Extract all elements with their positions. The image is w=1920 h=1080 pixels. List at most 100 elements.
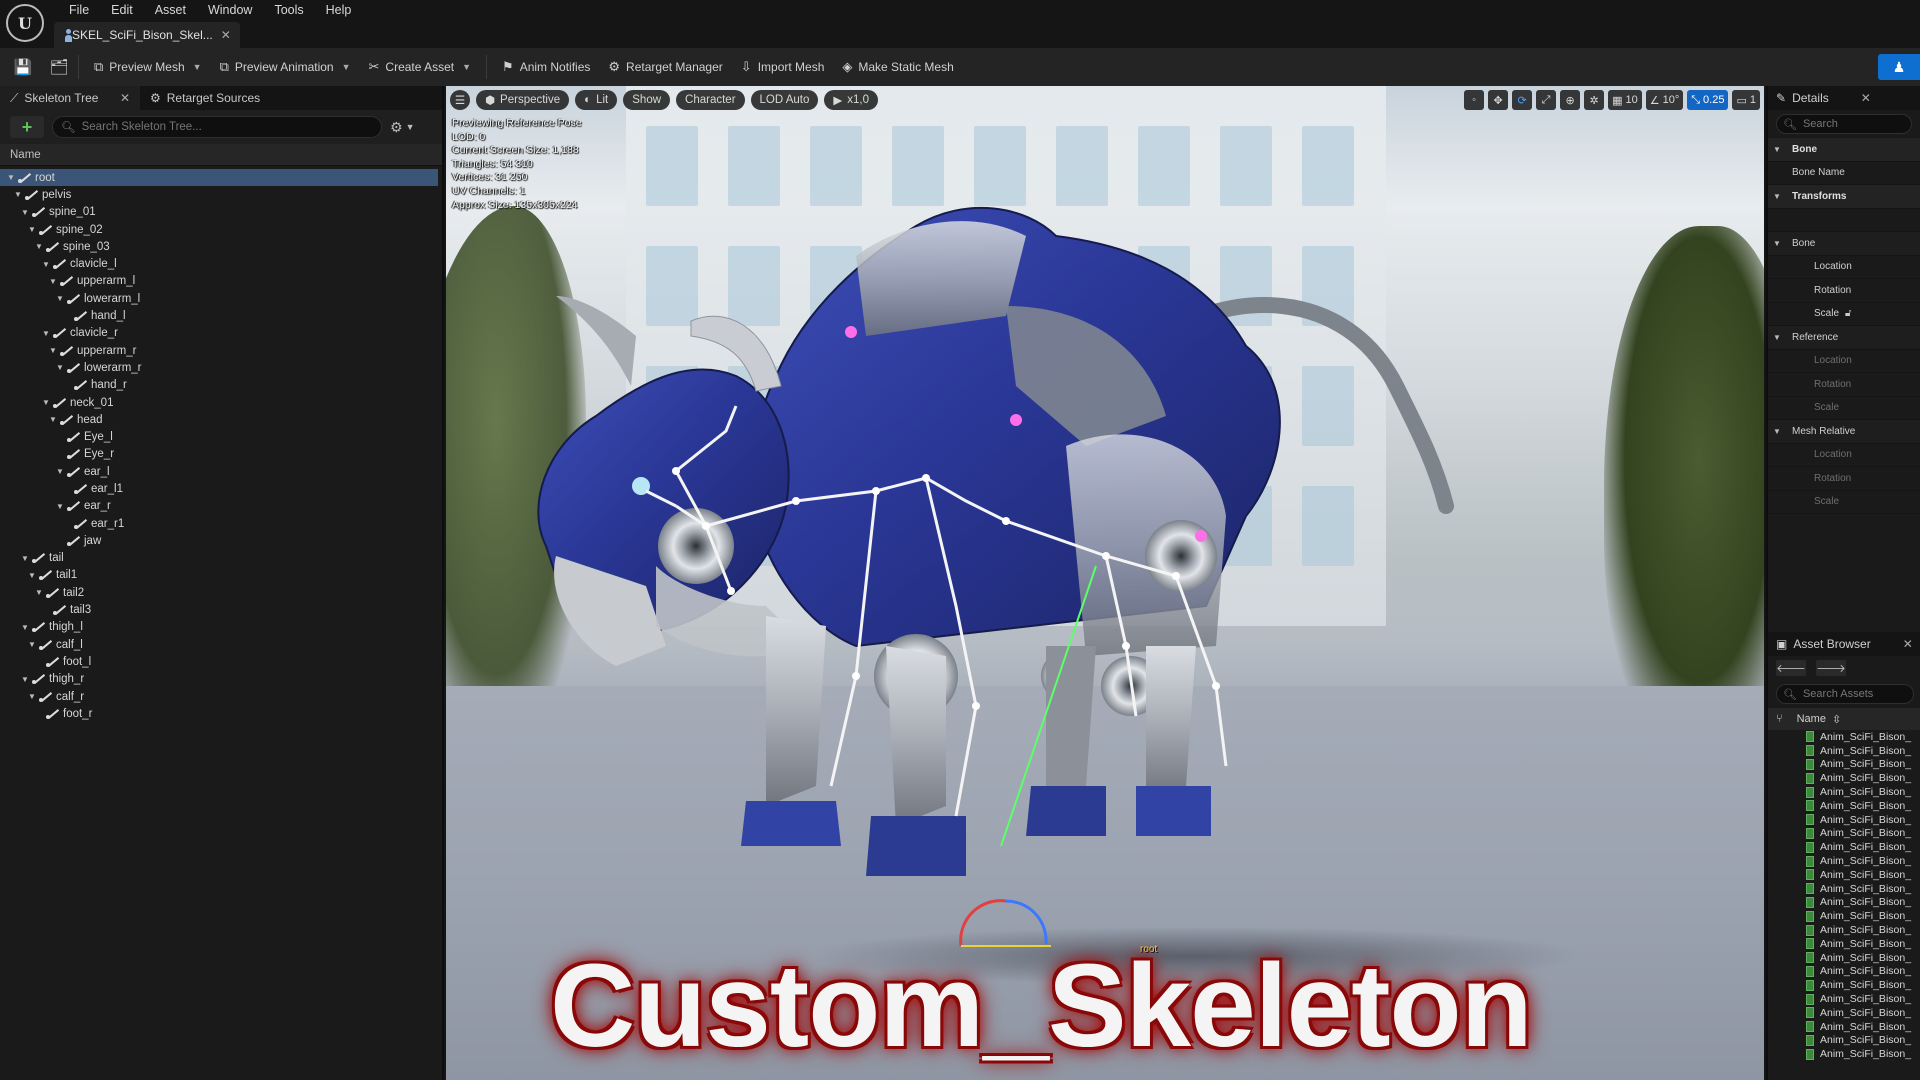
bone-row-tail1[interactable]: ▼ tail1 <box>0 567 442 584</box>
bone-row-calf_r[interactable]: ▼ calf_r <box>0 688 442 705</box>
asset-row[interactable]: Anim_SciFi_Bison_ <box>1768 1020 1920 1034</box>
details-row-mesh-relative[interactable]: ▼ Mesh Relative <box>1768 420 1920 444</box>
bone-row-foot_r[interactable]: foot_r <box>0 705 442 722</box>
asset-row[interactable]: Anim_SciFi_Bison_ <box>1768 854 1920 868</box>
expand-arrow-icon[interactable]: ▼ <box>6 173 16 182</box>
rotate-button[interactable]: ⟳ <box>1512 90 1533 110</box>
menu-item-asset[interactable]: Asset <box>144 1 197 19</box>
save-button[interactable]: 💾 <box>10 54 36 80</box>
viewport-options-button[interactable]: ☰ <box>450 90 470 110</box>
bone-row-pelvis[interactable]: ▼ pelvis <box>0 186 442 203</box>
bone-row-clavicle_l[interactable]: ▼ clavicle_l <box>0 255 442 272</box>
skeleton-settings-button[interactable]: ⚙ ▼ <box>390 119 414 136</box>
anim-notifies-button[interactable]: ⚑ Anim Notifies <box>493 54 599 80</box>
back-button[interactable]: 🡐 <box>1776 660 1806 676</box>
retarget-manager-button[interactable]: ⚙ Retarget Manager <box>599 54 731 80</box>
asset-row[interactable]: Anim_SciFi_Bison_ <box>1768 1034 1920 1048</box>
expand-arrow-icon[interactable]: ▼ <box>13 190 23 199</box>
preview-mesh-button[interactable]: ⧉ Preview Mesh ▼ <box>85 54 211 80</box>
expand-arrow-icon[interactable]: ▼ <box>20 554 30 563</box>
close-icon[interactable]: ✕ <box>1861 91 1871 105</box>
select-mode-button[interactable]: ◦ <box>1464 90 1485 110</box>
expand-arrow-icon[interactable]: ▼ <box>41 329 51 338</box>
asset-row[interactable]: Anim_SciFi_Bison_ <box>1768 937 1920 951</box>
bone-row-spine_01[interactable]: ▼ spine_01 <box>0 204 442 221</box>
bone-row-tail3[interactable]: tail3 <box>0 601 442 618</box>
asset-row[interactable]: Anim_SciFi_Bison_ <box>1768 923 1920 937</box>
make-static-mesh-button[interactable]: ◈ Make Static Mesh <box>833 54 962 80</box>
scale-button[interactable]: ⤢ <box>1536 90 1557 110</box>
expand-arrow-icon[interactable]: ▼ <box>20 675 30 684</box>
skeleton-mode-button[interactable]: ♟ <box>1878 54 1920 80</box>
asset-row[interactable]: Anim_SciFi_Bison_ <box>1768 1006 1920 1020</box>
world-local-button[interactable]: ⊕ <box>1560 90 1581 110</box>
asset-row[interactable]: Anim_SciFi_Bison_ <box>1768 744 1920 758</box>
camera-speed-button[interactable]: ▭ 1 <box>1732 90 1760 110</box>
bone-row-eye_l[interactable]: Eye_l <box>0 428 442 445</box>
bone-row-thigh_l[interactable]: ▼ thigh_l <box>0 619 442 636</box>
details-search-input[interactable]: Search <box>1803 118 1838 130</box>
asset-row[interactable]: Anim_SciFi_Bison_ <box>1768 909 1920 923</box>
details-row-reference[interactable]: ▼ Reference <box>1768 326 1920 350</box>
document-tab[interactable]: SKEL_SciFi_Bison_Skel... ✕ <box>54 22 240 48</box>
create-asset-button[interactable]: ✂ Create Asset ▼ <box>360 54 481 80</box>
expand-arrow-icon[interactable]: ▼ <box>48 415 58 424</box>
expand-arrow-icon[interactable]: ▼ <box>34 588 44 597</box>
expand-arrow-icon[interactable]: ▼ <box>41 260 51 269</box>
expand-arrow-icon[interactable]: ▼ <box>34 242 44 251</box>
asset-search-input[interactable]: Search Assets <box>1803 688 1873 700</box>
bone-row-foot_l[interactable]: foot_l <box>0 653 442 670</box>
menu-item-file[interactable]: File <box>58 1 100 19</box>
asset-name-column-header[interactable]: ⑂ Name ⇳ <box>1768 708 1920 730</box>
asset-row[interactable]: Anim_SciFi_Bison_ <box>1768 1047 1920 1061</box>
bone-row-ear_l1[interactable]: ear_l1 <box>0 480 442 497</box>
expand-arrow-icon[interactable]: ▼ <box>55 467 65 476</box>
bone-row-ear_r1[interactable]: ear_r1 <box>0 515 442 532</box>
bone-row-upperarm_l[interactable]: ▼ upperarm_l <box>0 273 442 290</box>
bone-row-thigh_r[interactable]: ▼ thigh_r <box>0 671 442 688</box>
menu-item-help[interactable]: Help <box>315 1 363 19</box>
lock-icon[interactable]: 🔓︎ <box>1845 308 1851 319</box>
asset-row[interactable]: Anim_SciFi_Bison_ <box>1768 978 1920 992</box>
name-column-header[interactable]: Name <box>0 144 442 166</box>
rotation-snap-button[interactable]: ∠ 10° <box>1645 90 1684 110</box>
bone-row-root[interactable]: ▼ root <box>0 169 438 187</box>
asset-row[interactable]: Anim_SciFi_Bison_ <box>1768 827 1920 841</box>
lod-button[interactable]: LOD Auto <box>750 90 819 110</box>
asset-row[interactable]: Anim_SciFi_Bison_ <box>1768 758 1920 772</box>
close-icon[interactable]: ✕ <box>221 28 231 42</box>
playback-speed-button[interactable]: ▶ x1,0 <box>824 90 879 110</box>
details-row-bone[interactable]: ▼ Bone <box>1768 138 1920 162</box>
surface-snap-button[interactable]: ✲ <box>1584 90 1605 110</box>
bone-row-upperarm_r[interactable]: ▼ upperarm_r <box>0 342 442 359</box>
tab-asset-browser[interactable]: ▣ Asset Browser ✕ <box>1768 632 1920 656</box>
bone-row-tail[interactable]: ▼ tail <box>0 550 442 567</box>
asset-row[interactable]: Anim_SciFi_Bison_ <box>1768 799 1920 813</box>
close-icon[interactable]: ✕ <box>1903 637 1913 651</box>
expand-arrow-icon[interactable]: ▼ <box>48 346 58 355</box>
expand-arrow-icon[interactable]: ▼ <box>27 225 37 234</box>
menu-item-edit[interactable]: Edit <box>100 1 144 19</box>
bone-row-lowerarm_l[interactable]: ▼ lowerarm_l <box>0 290 442 307</box>
bone-row-jaw[interactable]: jaw <box>0 532 442 549</box>
expand-arrow-icon[interactable]: ▼ <box>20 208 30 217</box>
expand-arrow-icon[interactable]: ▼ <box>48 277 58 286</box>
expand-arrow-icon[interactable]: ▼ <box>27 571 37 580</box>
expand-arrow-icon[interactable]: ▼ <box>55 294 65 303</box>
lit-button[interactable]: ◐ Lit <box>575 90 618 110</box>
asset-row[interactable]: Anim_SciFi_Bison_ <box>1768 965 1920 979</box>
bone-row-neck_01[interactable]: ▼ neck_01 <box>0 394 442 411</box>
perspective-button[interactable]: ⬢ Perspective <box>476 90 570 110</box>
character-button[interactable]: Character <box>676 90 745 110</box>
translate-button[interactable]: ✥ <box>1488 90 1509 110</box>
menu-item-window[interactable]: Window <box>197 1 263 19</box>
bone-row-spine_03[interactable]: ▼ spine_03 <box>0 238 442 255</box>
bison-character[interactable] <box>446 86 1764 1080</box>
viewport[interactable]: ☰ ⬢ Perspective ◐ Lit Show Character LOD… <box>446 86 1764 1080</box>
bone-row-clavicle_r[interactable]: ▼ clavicle_r <box>0 325 442 342</box>
asset-row[interactable]: Anim_SciFi_Bison_ <box>1768 730 1920 744</box>
asset-row[interactable]: Anim_SciFi_Bison_ <box>1768 992 1920 1006</box>
asset-row[interactable]: Anim_SciFi_Bison_ <box>1768 785 1920 799</box>
bone-row-head[interactable]: ▼ head <box>0 411 442 428</box>
asset-row[interactable]: Anim_SciFi_Bison_ <box>1768 840 1920 854</box>
